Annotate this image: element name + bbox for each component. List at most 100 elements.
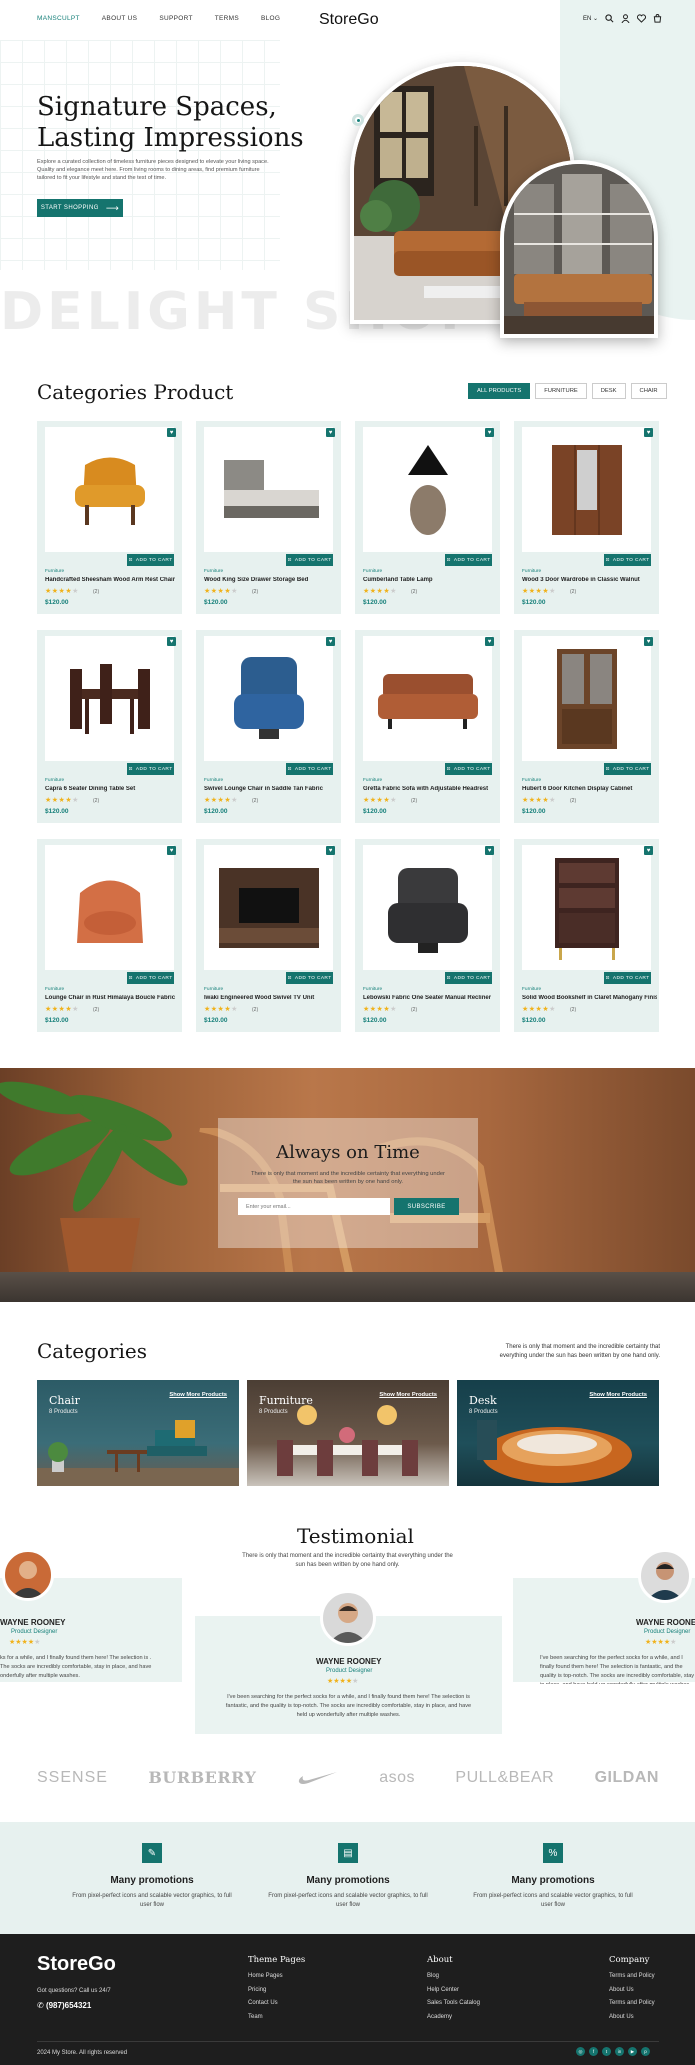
product-name[interactable]: Gretta Fabric Sofa with Adjustable Headr… <box>363 786 498 792</box>
product-category[interactable]: Furniture <box>45 778 64 783</box>
product-name[interactable]: Solid Wood Bookshelf in Claret Mahogany … <box>522 995 657 1001</box>
add-to-cart-button[interactable]: ⊡ ADD TO CART <box>445 972 492 984</box>
footer-link[interactable]: Team <box>248 2014 305 2020</box>
footer-link[interactable]: About Us <box>609 1987 655 1993</box>
category-card-desk[interactable]: Desk 8 Products Show More Products <box>457 1380 659 1486</box>
add-to-cart-button[interactable]: ⊡ ADD TO CART <box>127 972 174 984</box>
product-category[interactable]: Furniture <box>363 987 382 992</box>
nav-link-terms[interactable]: TERMS <box>215 15 239 22</box>
product-image[interactable] <box>45 427 174 552</box>
add-to-cart-button[interactable]: ⊡ ADD TO CART <box>604 972 651 984</box>
user-icon[interactable] <box>621 14 630 23</box>
language-selector[interactable]: EN ⌄ <box>583 15 598 22</box>
product-name[interactable]: Wood 3 Door Wardrobe in Classic Walnut <box>522 577 657 583</box>
linkedin-icon[interactable]: in <box>615 2047 624 2056</box>
footer-link[interactable]: Blog <box>427 1973 480 1979</box>
add-to-cart-button[interactable]: ⊡ ADD TO CART <box>445 763 492 775</box>
phone-number[interactable]: (987)654321 <box>46 2001 91 2010</box>
product-card[interactable]: ♥ ⊡ ADD TO CART Furniture Lebowski Fabric… <box>355 839 500 1032</box>
heart-icon[interactable]: ♥ <box>167 637 176 646</box>
product-name[interactable]: Swivel Lounge Chair in Saddle Tan Fabric <box>204 786 339 792</box>
heart-icon[interactable]: ♥ <box>167 846 176 855</box>
pinterest-icon[interactable]: p <box>641 2047 650 2056</box>
product-image[interactable] <box>363 427 492 552</box>
heart-icon[interactable]: ♥ <box>326 846 335 855</box>
heart-icon[interactable]: ♥ <box>485 637 494 646</box>
heart-icon[interactable]: ♥ <box>644 637 653 646</box>
product-image[interactable] <box>204 845 333 970</box>
product-category[interactable]: Furniture <box>522 987 541 992</box>
product-category[interactable]: Furniture <box>45 987 64 992</box>
email-field[interactable] <box>238 1198 390 1215</box>
nav-link-support[interactable]: SUPPORT <box>159 15 192 22</box>
add-to-cart-button[interactable]: ⊡ ADD TO CART <box>127 554 174 566</box>
footer-link[interactable]: Sales Tools Catalog <box>427 2000 480 2006</box>
heart-icon[interactable]: ♥ <box>167 428 176 437</box>
footer-link[interactable]: Terms and Policy <box>609 2000 655 2006</box>
product-name[interactable]: Wood King Size Drawer Storage Bed <box>204 577 339 583</box>
facebook-icon[interactable]: f <box>589 2047 598 2056</box>
heart-icon[interactable]: ♥ <box>644 846 653 855</box>
product-card[interactable]: ♥ ⊡ ADD TO CART Furniture Swivel Lounge C… <box>196 630 341 823</box>
product-category[interactable]: Furniture <box>45 569 64 574</box>
hero-hotspot-marker[interactable] <box>352 114 364 126</box>
category-card-chair[interactable]: Chair 8 Products Show More Products <box>37 1380 239 1486</box>
product-name[interactable]: Handcrafted Sheesham Wood Arm Rest Chair <box>45 577 180 583</box>
product-image[interactable] <box>522 845 651 970</box>
add-to-cart-button[interactable]: ⊡ ADD TO CART <box>286 554 333 566</box>
add-to-cart-button[interactable]: ⊡ ADD TO CART <box>604 763 651 775</box>
product-card[interactable]: ♥ ⊡ ADD TO CART Furniture Handcrafted She… <box>37 421 182 614</box>
product-card[interactable]: ♥ ⊡ ADD TO CART Furniture Iwaki Engineere… <box>196 839 341 1032</box>
wishlist-icon[interactable] <box>637 14 647 23</box>
product-card[interactable]: ♥ ⊡ ADD TO CART Furniture Capra 6 Seater … <box>37 630 182 823</box>
product-card[interactable]: ♥ ⊡ ADD TO CART Furniture Solid Wood Book… <box>514 839 659 1032</box>
twitter-icon[interactable]: t <box>602 2047 611 2056</box>
search-icon[interactable] <box>605 14 614 23</box>
footer-link[interactable]: Help Center <box>427 1987 480 1993</box>
cart-icon[interactable] <box>653 14 662 23</box>
tab-desk[interactable]: DESK <box>591 383 626 399</box>
footer-logo[interactable]: StoreGo <box>37 1953 116 1976</box>
tab-chair[interactable]: CHAIR <box>630 383 667 399</box>
show-more-link[interactable]: Show More Products <box>169 1392 227 1398</box>
product-image[interactable] <box>45 845 174 970</box>
product-image[interactable] <box>522 636 651 761</box>
youtube-icon[interactable]: ▶ <box>628 2047 637 2056</box>
footer-link[interactable]: About Us <box>609 2014 655 2020</box>
footer-link[interactable]: Academy <box>427 2014 480 2020</box>
product-category[interactable]: Furniture <box>363 569 382 574</box>
product-category[interactable]: Furniture <box>204 569 223 574</box>
product-image[interactable] <box>204 636 333 761</box>
product-name[interactable]: Lebowski Fabric One Seater Manual Reclin… <box>363 995 498 1001</box>
heart-icon[interactable]: ♥ <box>326 428 335 437</box>
start-shopping-button[interactable]: START SHOPPING ⟶ <box>37 199 123 217</box>
store-logo[interactable]: StoreGo <box>319 11 379 29</box>
product-card[interactable]: ♥ ⊡ ADD TO CART Furniture Cumberland Tabl… <box>355 421 500 614</box>
show-more-link[interactable]: Show More Products <box>589 1392 647 1398</box>
heart-icon[interactable]: ♥ <box>485 846 494 855</box>
instagram-icon[interactable]: ◎ <box>576 2047 585 2056</box>
product-category[interactable]: Furniture <box>522 778 541 783</box>
product-image[interactable] <box>45 636 174 761</box>
product-name[interactable]: Hubert 6 Door Kitchen Display Cabinet <box>522 786 657 792</box>
footer-link[interactable]: Contact Us <box>248 2000 305 2006</box>
add-to-cart-button[interactable]: ⊡ ADD TO CART <box>286 763 333 775</box>
tab-all-products[interactable]: ALL PRODUCTS <box>468 383 531 399</box>
product-category[interactable]: Furniture <box>363 778 382 783</box>
product-image[interactable] <box>204 427 333 552</box>
add-to-cart-button[interactable]: ⊡ ADD TO CART <box>127 763 174 775</box>
add-to-cart-button[interactable]: ⊡ ADD TO CART <box>604 554 651 566</box>
product-category[interactable]: Furniture <box>204 778 223 783</box>
product-image[interactable] <box>363 636 492 761</box>
product-card[interactable]: ♥ ⊡ ADD TO CART Furniture Gretta Fabric S… <box>355 630 500 823</box>
add-to-cart-button[interactable]: ⊡ ADD TO CART <box>286 972 333 984</box>
footer-link[interactable]: Pricing <box>248 1987 305 1993</box>
footer-link[interactable]: Terms and Policy <box>609 1973 655 1979</box>
product-category[interactable]: Furniture <box>204 987 223 992</box>
product-image[interactable] <box>522 427 651 552</box>
category-card-furniture[interactable]: Furniture 8 Products Show More Products <box>247 1380 449 1486</box>
product-image[interactable] <box>363 845 492 970</box>
product-card[interactable]: ♥ ⊡ ADD TO CART Furniture Wood 3 Door War… <box>514 421 659 614</box>
product-card[interactable]: ♥ ⊡ ADD TO CART Furniture Lounge Chair in… <box>37 839 182 1032</box>
heart-icon[interactable]: ♥ <box>644 428 653 437</box>
